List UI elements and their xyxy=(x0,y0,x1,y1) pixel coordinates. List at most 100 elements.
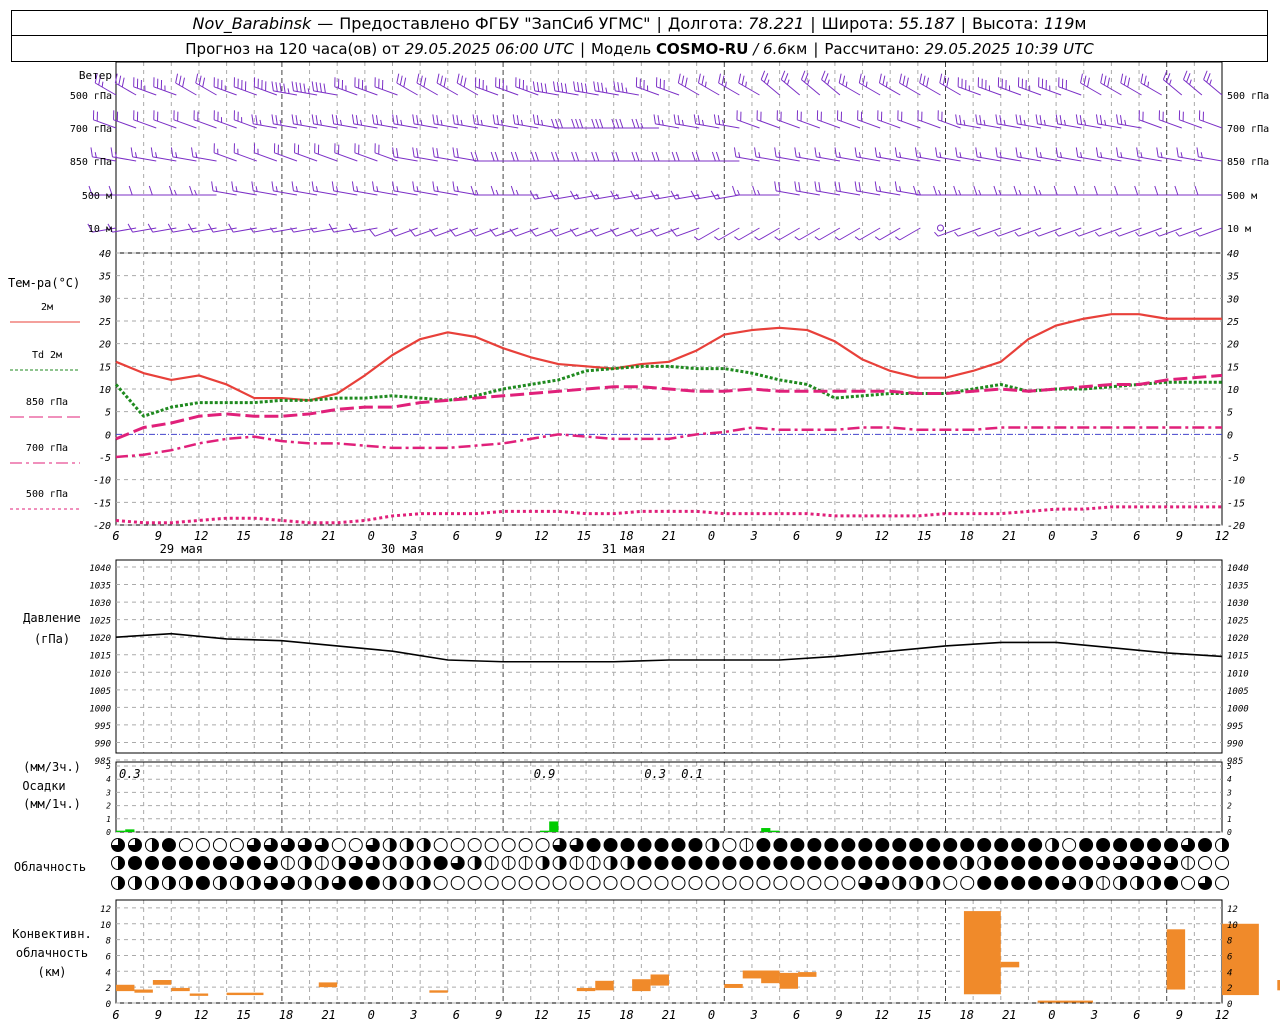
cloud-circle xyxy=(348,876,363,890)
cloud-symbol xyxy=(229,838,244,852)
pressure-tick-left: 1020 xyxy=(89,634,111,644)
wind-barb xyxy=(233,110,257,129)
conv-tick-left: 4 xyxy=(106,968,111,978)
cloud-symbol xyxy=(467,838,482,852)
temp-tick-right: 5 xyxy=(1227,408,1233,419)
temp-tick-right: -15 xyxy=(1227,498,1245,509)
wind-barb xyxy=(374,77,398,96)
x-hour-label-top: 6 xyxy=(112,529,119,543)
x-hour-label-bottom: 0 xyxy=(1048,1008,1055,1022)
x-hour-label-bottom: 18 xyxy=(619,1008,633,1022)
cloud-mark xyxy=(151,838,159,852)
pressure-tick-left: 1000 xyxy=(89,704,111,714)
cloud-mark xyxy=(712,838,719,852)
cloud-symbol xyxy=(994,856,1009,870)
wind-barb xyxy=(858,73,881,96)
cloud-symbol xyxy=(127,856,142,870)
precip-tick-left: 4 xyxy=(106,775,111,784)
cloud-mark xyxy=(627,856,635,870)
cloud-symbol xyxy=(1045,876,1060,890)
conv-tick-right: 2 xyxy=(1227,984,1232,994)
cloud-circle xyxy=(671,838,686,852)
cloud-circle xyxy=(518,838,533,852)
cloud-mark xyxy=(1052,838,1059,852)
x-hour-label-top: 9 xyxy=(1176,529,1183,543)
wind-barb xyxy=(677,73,700,96)
cloud-symbol xyxy=(1096,838,1111,852)
cloud-symbol xyxy=(246,838,261,852)
cloud-symbol xyxy=(773,876,788,890)
cloud-mark xyxy=(1222,838,1229,852)
wind-barb xyxy=(1178,110,1203,129)
wind-barb xyxy=(175,73,197,96)
cloud-circle xyxy=(535,838,550,852)
x-hour-label-bottom: 15 xyxy=(577,1008,591,1022)
cloud-mark xyxy=(1154,876,1161,890)
wind-barb xyxy=(1158,110,1182,129)
wind-barb xyxy=(776,110,800,129)
cloud-circle xyxy=(943,856,958,870)
cloud-symbol xyxy=(450,856,465,870)
temp-legend-label: 500 гПа xyxy=(26,489,68,500)
cloud-circle xyxy=(1045,856,1060,870)
cloud-circle xyxy=(773,856,788,870)
precip-bar xyxy=(539,830,550,832)
x-hour-label-bottom: 0 xyxy=(708,1008,715,1022)
x-hour-label-bottom: 3 xyxy=(749,1008,757,1022)
wind-barb xyxy=(113,110,137,129)
cloud-mark xyxy=(899,876,906,890)
precip-tick-left: 0 xyxy=(106,828,111,837)
temp-legend-label: Td 2м xyxy=(32,350,62,361)
wind-barb xyxy=(233,77,257,96)
conv-cloud-bar xyxy=(318,982,338,988)
cloud-circle xyxy=(620,876,635,890)
cloud-circle xyxy=(892,856,907,870)
cloud-circle xyxy=(909,838,924,852)
conv-cloud-bar xyxy=(1037,1000,1093,1003)
pressure-tick-left: 1015 xyxy=(89,652,111,662)
pressure-tick-left: 990 xyxy=(95,739,111,749)
conv-cloud-bar xyxy=(963,911,1001,995)
cloud-symbol xyxy=(348,856,363,870)
cloud-symbol xyxy=(111,838,125,852)
cloud-circle xyxy=(943,876,958,890)
cloud-symbol xyxy=(926,856,941,870)
conv-title-line: (км) xyxy=(38,965,67,979)
pressure-tick-right: 1005 xyxy=(1227,687,1249,697)
wind-level-label: 500 гПа xyxy=(70,91,112,102)
conv-cloud-bar xyxy=(429,990,448,993)
temp-tick-left: 15 xyxy=(99,362,111,373)
cloud-symbol xyxy=(1028,856,1043,870)
precip-tick-left: 5 xyxy=(106,762,111,771)
cloud-circle xyxy=(637,876,652,890)
cloud-circle xyxy=(195,876,210,890)
cloud-symbol xyxy=(501,838,516,852)
x-hour-label-bottom: 0 xyxy=(368,1008,375,1022)
cloud-circle xyxy=(552,876,567,890)
wind-barb xyxy=(416,73,438,96)
wind-barb xyxy=(997,77,1022,96)
cloud-circle xyxy=(467,876,482,890)
cloud-symbol xyxy=(348,876,363,890)
wind-panel xyxy=(87,70,1223,241)
conv-title-line: облачность xyxy=(16,946,88,960)
cloud-symbol xyxy=(654,856,669,870)
cloud-symbol xyxy=(1062,876,1077,890)
cloud-symbol xyxy=(892,838,907,852)
x-hour-label-top: 6 xyxy=(793,529,800,543)
cloud-symbol xyxy=(909,838,924,852)
cloud-circle xyxy=(824,876,839,890)
cloud-symbol xyxy=(382,838,397,852)
conv-cloud-bar xyxy=(189,993,209,996)
wind-barb xyxy=(253,77,278,96)
wind-barb xyxy=(919,73,941,96)
temp-tick-left: 10 xyxy=(99,385,111,396)
temp-title: Тем-ра(°С) xyxy=(8,276,80,290)
cloud-mark xyxy=(406,876,414,890)
cloud-circle xyxy=(1011,838,1026,852)
cloud-circle xyxy=(858,856,873,870)
conv-tick-left: 2 xyxy=(106,984,111,994)
cloud-circle xyxy=(654,856,669,870)
cloud-symbol xyxy=(518,876,533,890)
cloud-circle xyxy=(178,838,193,852)
